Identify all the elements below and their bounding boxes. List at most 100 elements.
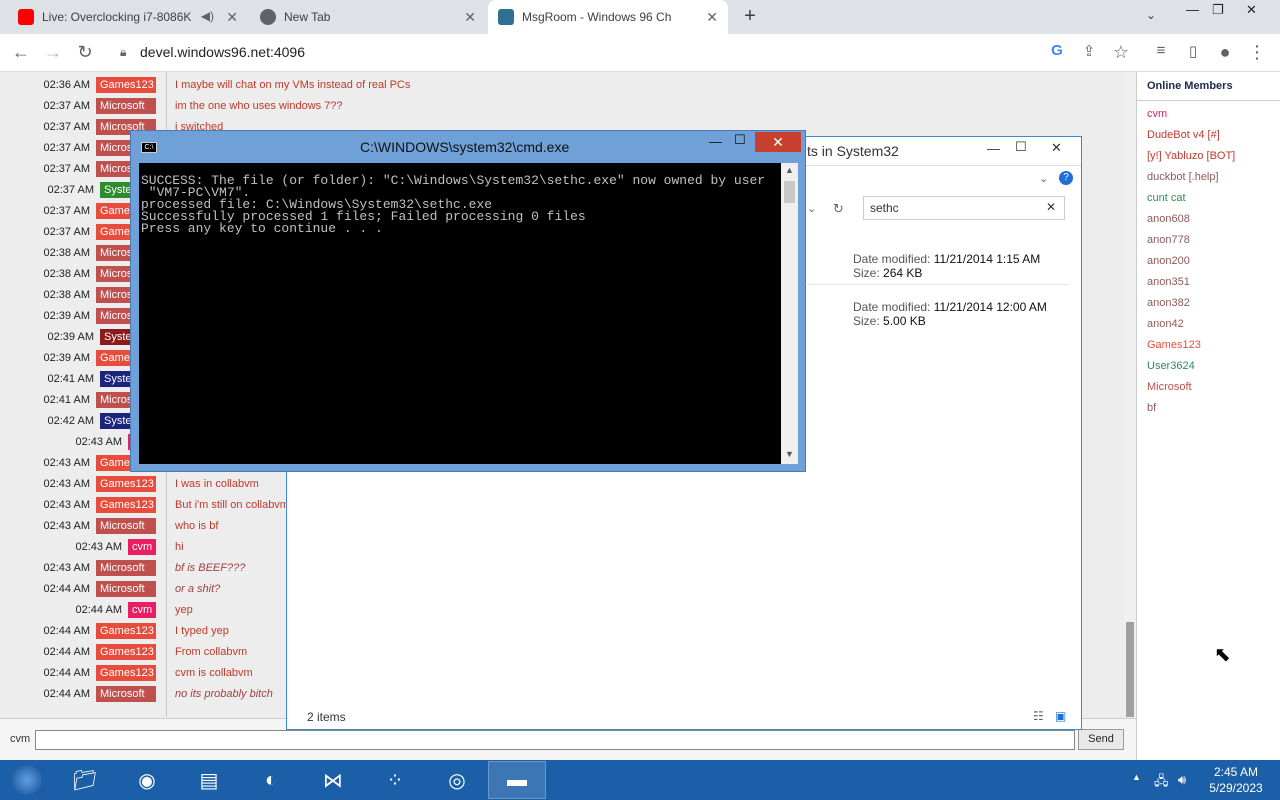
share-icon[interactable]: ⇪ (1078, 42, 1100, 60)
tiles-view-icon[interactable]: ▣ (1055, 709, 1066, 723)
bookmark-star-icon[interactable]: ☆ (1110, 42, 1132, 63)
volume-icon[interactable]: 🔊︎ (1178, 772, 1186, 788)
file-detail[interactable]: Date modified: 11/21/2014 1:15 AM Size: … (853, 252, 1040, 280)
member-item[interactable]: Microsoft (1147, 381, 1192, 393)
member-item[interactable]: duckbot [.help] (1147, 171, 1219, 183)
address-bar[interactable]: devel.windows96.net:4096 (140, 44, 305, 60)
new-tab-button[interactable]: + (738, 4, 762, 28)
message-user[interactable]: cvm (128, 539, 156, 555)
speaker-icon[interactable]: ◀) (201, 9, 214, 23)
cmd-titlebar[interactable]: C:\ C:\WINDOWS\system32\cmd.exe — ☐ ✕ (131, 131, 805, 163)
forward-icon[interactable]: → (42, 42, 64, 63)
menu-icon[interactable]: ⋮ (1246, 42, 1268, 63)
file-explorer-icon[interactable]: 📁︎ (56, 761, 114, 799)
nickname-label[interactable]: cvm (10, 733, 30, 745)
cmd-output[interactable]: SUCCESS: The file (or folder): "C:\Windo… (139, 163, 781, 464)
show-hidden-icons[interactable]: ▲ (1132, 772, 1141, 782)
message-text: hi (175, 541, 184, 553)
message-time: 02:37 AM (43, 142, 90, 154)
member-item[interactable]: User3624 (1147, 360, 1195, 372)
media-control-icon[interactable]: ≡ (1150, 42, 1172, 59)
member-item[interactable]: [y!] Yabluzo [BOT] (1147, 150, 1235, 162)
minimize-icon[interactable]: — (709, 134, 722, 149)
clear-search-icon[interactable]: ✕ (1046, 200, 1056, 214)
message-user[interactable]: Games123 (96, 77, 156, 93)
member-item[interactable]: cunt cat (1147, 192, 1186, 204)
lock-icon[interactable]: 🔒︎ (120, 45, 126, 60)
minimize-icon[interactable]: — (987, 141, 1000, 156)
cmd-taskbar-icon[interactable]: ▬ (488, 761, 546, 799)
close-window-icon[interactable]: ✕ (1246, 2, 1257, 18)
taskbar: 📁︎ ◉ ▤ ◐ ⋈ ⁘ ◎ ▬ ▲ 🖧︎ 🔊︎ 2:45 AM 5/29/20… (0, 760, 1280, 800)
message-user[interactable]: Games123 (96, 665, 156, 681)
scroll-down-icon[interactable]: ▼ (785, 449, 794, 459)
system-clock[interactable]: 2:45 AM 5/29/2023 (1200, 764, 1272, 796)
message-user[interactable]: Microsoft (96, 686, 156, 702)
message-user[interactable]: Microsoft (96, 98, 156, 114)
edge-icon[interactable]: ◐ (242, 761, 300, 799)
tab-new-tab[interactable]: New Tab ✕ (250, 0, 486, 34)
chrome-icon[interactable]: ◉ (118, 761, 176, 799)
message-user[interactable]: Microsoft (96, 560, 156, 576)
restore-icon[interactable]: ❐ (1212, 2, 1224, 18)
winrar-icon[interactable]: ▤ (180, 761, 238, 799)
member-item[interactable]: anon42 (1147, 318, 1184, 330)
message-user[interactable]: Games123 (96, 644, 156, 660)
message-time: 02:42 AM (47, 415, 94, 427)
size-value: 5.00 KB (883, 314, 926, 328)
chevron-down-icon[interactable]: ⌄ (1039, 172, 1048, 185)
scroll-up-icon[interactable]: ▲ (785, 165, 794, 175)
apps-grid-icon[interactable]: ⁘ (366, 761, 424, 799)
member-item[interactable]: cvm (1147, 108, 1167, 120)
close-icon[interactable]: ✕ (755, 132, 801, 152)
cmd-scrollbar[interactable]: ▲ ▼ (781, 163, 798, 464)
google-icon[interactable]: G (1046, 42, 1068, 59)
visual-studio-installer-icon[interactable]: ⋈ (304, 761, 362, 799)
maximize-icon[interactable]: ☐ (1015, 139, 1027, 155)
tab-msgroom[interactable]: MsgRoom - Windows 96 Chat ✕ (488, 0, 728, 34)
send-button[interactable]: Send (1078, 729, 1124, 750)
message-user[interactable]: Games123 (96, 497, 156, 513)
obs-icon[interactable]: ◎ (428, 761, 486, 799)
member-item[interactable]: anon778 (1147, 234, 1190, 246)
close-icon[interactable]: ✕ (1051, 140, 1062, 156)
close-icon[interactable]: ✕ (706, 9, 718, 26)
message-user[interactable]: Microsoft (96, 518, 156, 534)
message-text: or a shit? (175, 583, 221, 595)
member-item[interactable]: bf (1147, 402, 1156, 414)
tab-youtube[interactable]: Live: Overclocking i7-8086K I ◀) ✕ (8, 0, 248, 34)
start-button[interactable] (0, 761, 54, 799)
close-icon[interactable]: ✕ (226, 9, 238, 26)
chat-scrollbar-thumb[interactable] (1126, 622, 1134, 717)
side-panel-icon[interactable]: ▯ (1182, 42, 1204, 60)
message-user[interactable]: Games123 (96, 623, 156, 639)
message-time: 02:38 AM (43, 247, 90, 259)
member-item[interactable]: anon351 (1147, 276, 1190, 288)
member-item[interactable]: anon382 (1147, 297, 1190, 309)
message-user[interactable]: cvm (128, 602, 156, 618)
chevron-down-icon[interactable]: ⌄ (1146, 8, 1156, 22)
details-view-icon[interactable]: ☷ (1033, 709, 1044, 723)
back-icon[interactable]: ← (10, 42, 32, 63)
cmd-scrollbar-thumb[interactable] (784, 181, 795, 203)
message-user[interactable]: Microsoft (96, 581, 156, 597)
close-icon[interactable]: ✕ (464, 9, 476, 26)
dropdown-icon[interactable]: ⌄ (807, 202, 816, 215)
file-detail[interactable]: Date modified: 11/21/2014 12:00 AM Size:… (853, 300, 1047, 328)
message-time: 02:37 AM (43, 226, 90, 238)
search-input[interactable]: sethc ✕ (863, 196, 1065, 220)
minimize-icon[interactable]: — (1186, 2, 1199, 17)
refresh-icon[interactable]: ↻ (833, 201, 844, 217)
reload-icon[interactable]: ↻ (74, 42, 96, 63)
maximize-icon[interactable]: ☐ (734, 132, 746, 148)
message-input[interactable] (35, 730, 1075, 750)
message-user[interactable]: Games123 (96, 476, 156, 492)
member-item[interactable]: anon200 (1147, 255, 1190, 267)
help-icon[interactable]: ? (1059, 171, 1073, 185)
network-icon[interactable]: 🖧︎ (1154, 772, 1169, 794)
member-item[interactable]: anon608 (1147, 213, 1190, 225)
chat-scrollbar[interactable] (1124, 72, 1136, 717)
profile-icon[interactable]: ● (1214, 42, 1236, 63)
member-item[interactable]: Games123 (1147, 339, 1201, 351)
member-item[interactable]: DudeBot v4 [#] (1147, 129, 1220, 141)
